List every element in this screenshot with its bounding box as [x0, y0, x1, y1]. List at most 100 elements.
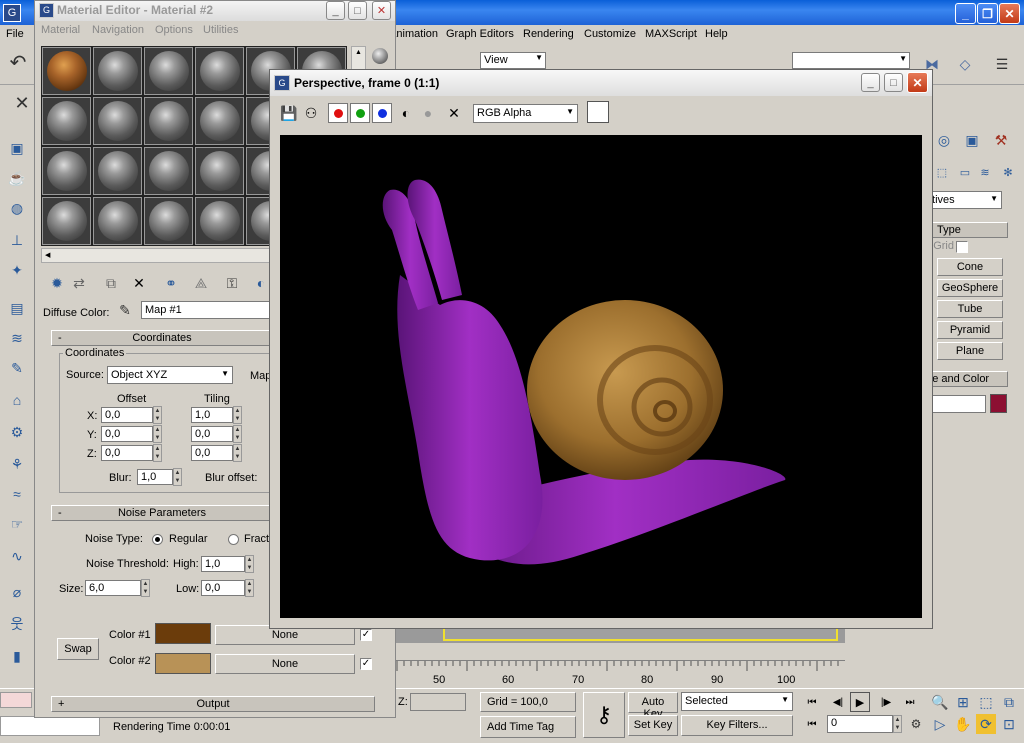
key-mode-toggle-icon[interactable]: ⏮: [802, 714, 822, 734]
get-material-icon[interactable]: ✹: [47, 273, 67, 293]
regular-radio[interactable]: [152, 534, 163, 545]
reset-map-icon[interactable]: ✕: [129, 273, 149, 293]
time-config-icon[interactable]: ⚙: [906, 714, 926, 734]
sample-slot[interactable]: [195, 197, 244, 245]
offset-x-spinner[interactable]: ▲ ▼: [153, 406, 162, 424]
category-select[interactable]: Primitives ▼: [930, 191, 1002, 209]
zoom-all-icon[interactable]: ⊞: [953, 692, 973, 712]
sample-slot[interactable]: [144, 147, 193, 195]
high-spinner[interactable]: ▲ ▼: [245, 555, 254, 573]
red-channel-toggle[interactable]: [328, 103, 348, 123]
tube-button[interactable]: Tube: [937, 300, 1003, 318]
view-select[interactable]: View ▼: [480, 52, 546, 69]
sample-slot[interactable]: [93, 197, 142, 245]
offset-y-spinner[interactable]: ▲ ▼: [153, 425, 162, 443]
gear-icon[interactable]: ⚙: [7, 422, 27, 442]
map-name-field[interactable]: Map #1: [141, 301, 271, 319]
menu-help[interactable]: Help: [705, 28, 728, 40]
sample-slot[interactable]: [93, 47, 142, 95]
offset-x-field[interactable]: 0,0: [101, 407, 153, 423]
motion-tab-icon[interactable]: ◎: [934, 130, 954, 150]
menu-file[interactable]: File: [6, 28, 24, 40]
offset-z-spinner[interactable]: ▲ ▼: [153, 444, 162, 462]
sample-type-icon[interactable]: [372, 48, 388, 64]
sample-slot[interactable]: [144, 97, 193, 145]
color2-map-checkbox[interactable]: ✓: [360, 658, 372, 670]
menu-animation[interactable]: Animation: [394, 28, 438, 40]
systems-icon[interactable]: ✻: [998, 162, 1018, 182]
helpers-icon[interactable]: ▭: [955, 162, 975, 182]
menu-graph-editors[interactable]: Graph Editors: [446, 28, 514, 40]
sample-slot[interactable]: [195, 97, 244, 145]
sample-slot[interactable]: [144, 197, 193, 245]
teapot-icon[interactable]: ☕: [7, 168, 27, 188]
biped-icon[interactable]: 웃: [7, 614, 27, 634]
selection-set-dropdown[interactable]: Selected ▼: [681, 692, 793, 711]
maxscript-input[interactable]: [0, 716, 100, 736]
tiling-x-field[interactable]: 1,0: [191, 407, 233, 423]
wind-icon[interactable]: ∿: [7, 546, 27, 566]
noise-parameters-rollout[interactable]: - Noise Parameters: [51, 505, 273, 521]
tiling-x-spinner[interactable]: ▲ ▼: [233, 406, 242, 424]
create-geometry-icon[interactable]: ▣: [7, 138, 27, 158]
render-maximize-button[interactable]: □: [884, 73, 903, 92]
render-minimize-button[interactable]: _: [861, 73, 880, 92]
make-copy-icon[interactable]: ⚭: [161, 273, 181, 293]
sample-slot[interactable]: [144, 47, 193, 95]
coordinates-rollout[interactable]: - Coordinates: [51, 330, 273, 346]
frame-spinner[interactable]: ▲ ▼: [893, 715, 902, 733]
tiling-z-field[interactable]: 0,0: [191, 445, 233, 461]
material-editor-close-button[interactable]: ✕: [372, 1, 391, 20]
named-selection-field[interactable]: ▼: [792, 52, 910, 69]
maxscript-listener[interactable]: [0, 692, 32, 708]
max-close-button[interactable]: ✕: [999, 3, 1020, 24]
zoom-extents-icon[interactable]: ⬚: [976, 692, 996, 712]
cylinder-icon[interactable]: ▮: [7, 646, 27, 666]
maximize-viewport-icon[interactable]: ⊡: [999, 714, 1019, 734]
field-of-view-icon[interactable]: ▷: [930, 714, 950, 734]
green-channel-toggle[interactable]: [350, 103, 370, 123]
tiling-z-spinner[interactable]: ▲ ▼: [233, 444, 242, 462]
sample-slot[interactable]: [42, 147, 91, 195]
stack-icon[interactable]: ≋: [7, 328, 27, 348]
put-to-library-icon[interactable]: ⟁: [191, 273, 211, 293]
prev-frame-icon[interactable]: ◀|: [828, 692, 848, 712]
color1-swatch[interactable]: [155, 623, 211, 644]
material-menu-material[interactable]: Material: [41, 24, 80, 36]
spring-icon[interactable]: ⌀: [7, 582, 27, 602]
color1-map-checkbox[interactable]: ✓: [360, 629, 372, 641]
next-frame-icon[interactable]: |▶: [876, 692, 896, 712]
sample-slot[interactable]: [195, 147, 244, 195]
alpha-channel-icon[interactable]: ●: [418, 103, 438, 123]
sample-slot[interactable]: [42, 47, 91, 95]
auto-key-button[interactable]: Auto Key: [628, 692, 678, 720]
render-close-button[interactable]: ✕: [907, 72, 928, 93]
lamp-icon[interactable]: ⌂: [7, 390, 27, 410]
output-rollout[interactable]: + Output: [51, 696, 375, 712]
save-bitmap-icon[interactable]: 💾: [279, 103, 299, 123]
offset-y-field[interactable]: 0,0: [101, 426, 153, 442]
pyramid-button[interactable]: Pyramid: [937, 321, 1003, 339]
material-menu-navigation[interactable]: Navigation: [92, 24, 144, 36]
utilities-tab-icon[interactable]: ⚒: [991, 130, 1011, 150]
size-field[interactable]: 6,0: [85, 580, 141, 596]
current-frame-field[interactable]: 0: [827, 715, 893, 733]
pan-icon[interactable]: ✋: [953, 714, 973, 734]
sphere-icon[interactable]: ◍: [7, 198, 27, 218]
box-icon[interactable]: ▤: [7, 298, 27, 318]
max-restore-button[interactable]: ❐: [977, 3, 998, 24]
plane-button[interactable]: Plane: [937, 342, 1003, 360]
channel-display-dropdown[interactable]: RGB Alpha ▼: [473, 104, 578, 123]
spacewarps-icon[interactable]: ≋: [975, 162, 995, 182]
key-mode-button[interactable]: ⚷: [583, 692, 625, 738]
name-color-rollout[interactable]: Name and Color: [930, 371, 1008, 387]
goto-start-icon[interactable]: ⏮: [802, 692, 822, 712]
cone-button[interactable]: Cone: [937, 258, 1003, 276]
select-object-icon[interactable]: ✕: [12, 93, 32, 113]
undo-icon[interactable]: ↶: [8, 52, 28, 74]
cameras-icon[interactable]: ⬚: [932, 162, 952, 182]
show-map-icon[interactable]: ◐: [251, 273, 271, 293]
goto-end-icon[interactable]: ⏭: [900, 692, 920, 712]
blue-channel-toggle[interactable]: [372, 103, 392, 123]
display-tab-icon[interactable]: ▣: [962, 130, 982, 150]
